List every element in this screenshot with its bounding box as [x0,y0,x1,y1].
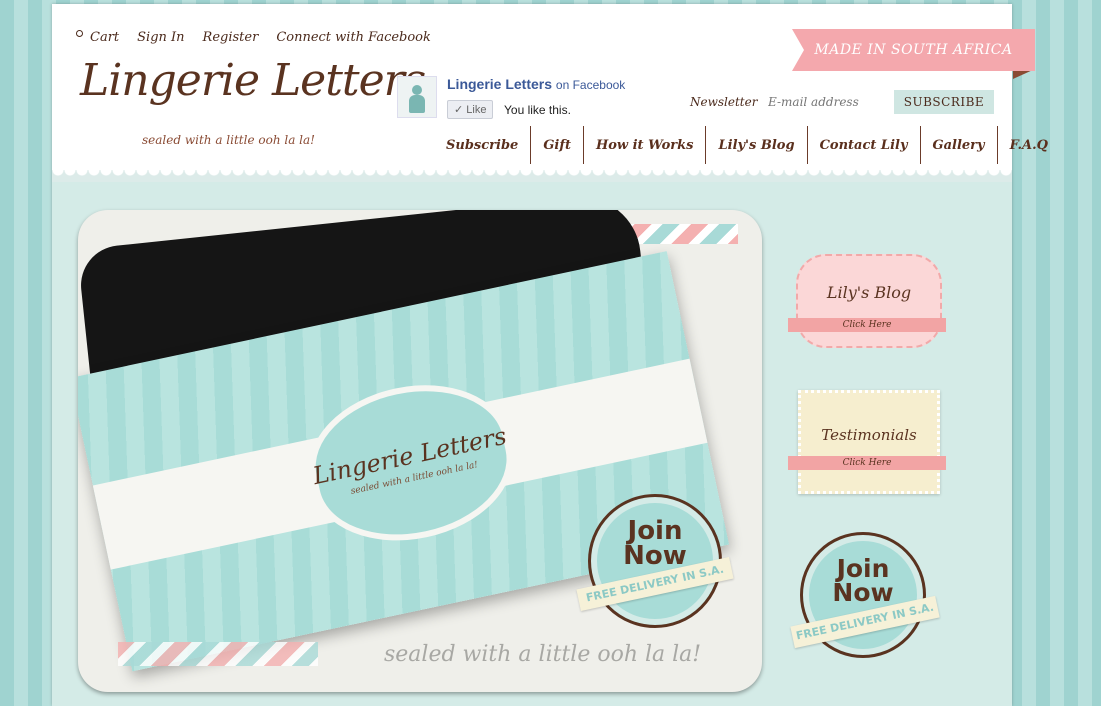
subscribe-button[interactable]: SUBSCRIBE [894,90,994,114]
nav-link-gallery[interactable]: Gallery [933,138,985,153]
nav-item-blog: Lily's Blog [705,126,806,164]
header: Cart Sign In Register Connect with Faceb… [52,4,1048,174]
testimonials-widget[interactable]: Testimonials Click Here [788,390,946,494]
airmail-stripe-bottom [118,642,318,666]
top-link-facebook-item: Connect with Facebook [276,26,431,45]
made-in-sa-banner: MADE IN SOUTH AFRICA [792,29,1035,79]
lilys-blog-widget[interactable]: Lily's Blog Click Here [788,254,946,350]
join-now-text-sidebar: Join Now [832,556,894,607]
nav-item-gift: Gift [530,126,583,164]
now-text: Now [623,540,687,571]
newsletter-email-input[interactable] [764,91,886,113]
join-now-badge-hero[interactable]: Join Now FREE DELIVERY IN S.A. [576,494,734,628]
join-now-text: Join Now [623,518,687,571]
facebook-page-avatar[interactable] [397,76,437,118]
nav-link-gift[interactable]: Gift [543,138,571,153]
top-links: Cart Sign In Register Connect with Faceb… [76,26,431,45]
hero-tagline: sealed with a little ooh la la! [384,642,702,667]
bullet-icon [76,30,83,37]
nav-item-faq: F.A.Q [996,126,1060,164]
facebook-like-button[interactable]: ✓ Like [447,100,494,119]
cart-link[interactable]: Cart [90,30,119,45]
testimonials-click-here[interactable]: Click Here [788,456,946,470]
nav-item-subscribe: Subscribe [440,126,530,164]
facebook-page-title: Lingerie Letters on Facebook [447,76,625,92]
join-now-badge-sidebar[interactable]: Join Now FREE DELIVERY IN S.A. [790,532,940,658]
testimonials-stamp: Testimonials [798,390,940,494]
blog-card: Lily's Blog [796,254,942,348]
nav-item-how-it-works: How it Works [582,126,706,164]
sign-in-link[interactable]: Sign In [137,30,184,45]
avatar-body-shape [409,95,425,113]
newsletter-label: Newsletter [690,95,758,109]
nav-link-contact[interactable]: Contact Lily [820,138,908,153]
banner-text: MADE IN SOUTH AFRICA [814,42,1013,58]
avatar-head-shape [412,85,422,95]
hero-image: Lingerie Letters sealed with a little oo… [78,210,762,692]
main-content: Lingerie Letters sealed with a little oo… [52,182,1012,706]
newsletter-form: Newsletter SUBSCRIBE [690,90,995,116]
nav-item-contact: Contact Lily [806,126,920,164]
register-link[interactable]: Register [203,30,259,45]
testimonials-label: Testimonials [821,426,917,444]
blog-label: Lily's Blog [826,282,912,302]
logo-title: Lingerie Letters [80,55,426,106]
facebook-you-like-text: You like this. [504,103,571,117]
nav-link-faq[interactable]: F.A.Q [1010,138,1048,153]
logo-tagline: sealed with a little ooh la la! [142,133,315,147]
top-link-register-item: Register [203,26,259,45]
page-container: Cart Sign In Register Connect with Faceb… [52,4,1048,706]
facebook-like-box: Lingerie Letters on Facebook ✓ Like You … [397,76,657,124]
banner-ribbon: MADE IN SOUTH AFRICA [792,29,1035,71]
nav-link-how-it-works[interactable]: How it Works [596,138,694,153]
top-link-signin-item: Sign In [137,26,184,45]
site-logo[interactable]: Lingerie Letters sealed with a little oo… [80,59,426,159]
nav-link-blog[interactable]: Lily's Blog [718,138,794,153]
envelope-label: Lingerie Letters sealed with a little oo… [296,367,526,559]
nav-item-gallery: Gallery [919,126,997,164]
facebook-page-link[interactable]: Lingerie Letters [447,76,552,92]
facebook-on-label: on Facebook [555,78,626,92]
blog-click-here[interactable]: Click Here [788,318,946,332]
nav-link-subscribe[interactable]: Subscribe [446,138,518,153]
now-text-sidebar: Now [832,577,894,607]
main-nav: Subscribe Gift How it Works Lily's Blog … [440,126,1060,164]
top-link-cart-item: Cart [76,26,119,45]
connect-facebook-link[interactable]: Connect with Facebook [276,30,431,45]
